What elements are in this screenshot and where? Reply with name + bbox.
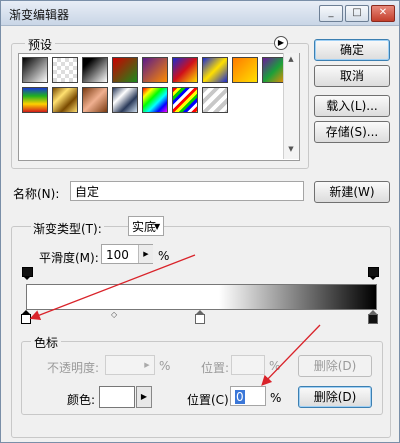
arrow-to-location-input [261,324,321,386]
annotation-arrows [29,254,321,386]
arrow-to-color-stop [29,254,196,321]
